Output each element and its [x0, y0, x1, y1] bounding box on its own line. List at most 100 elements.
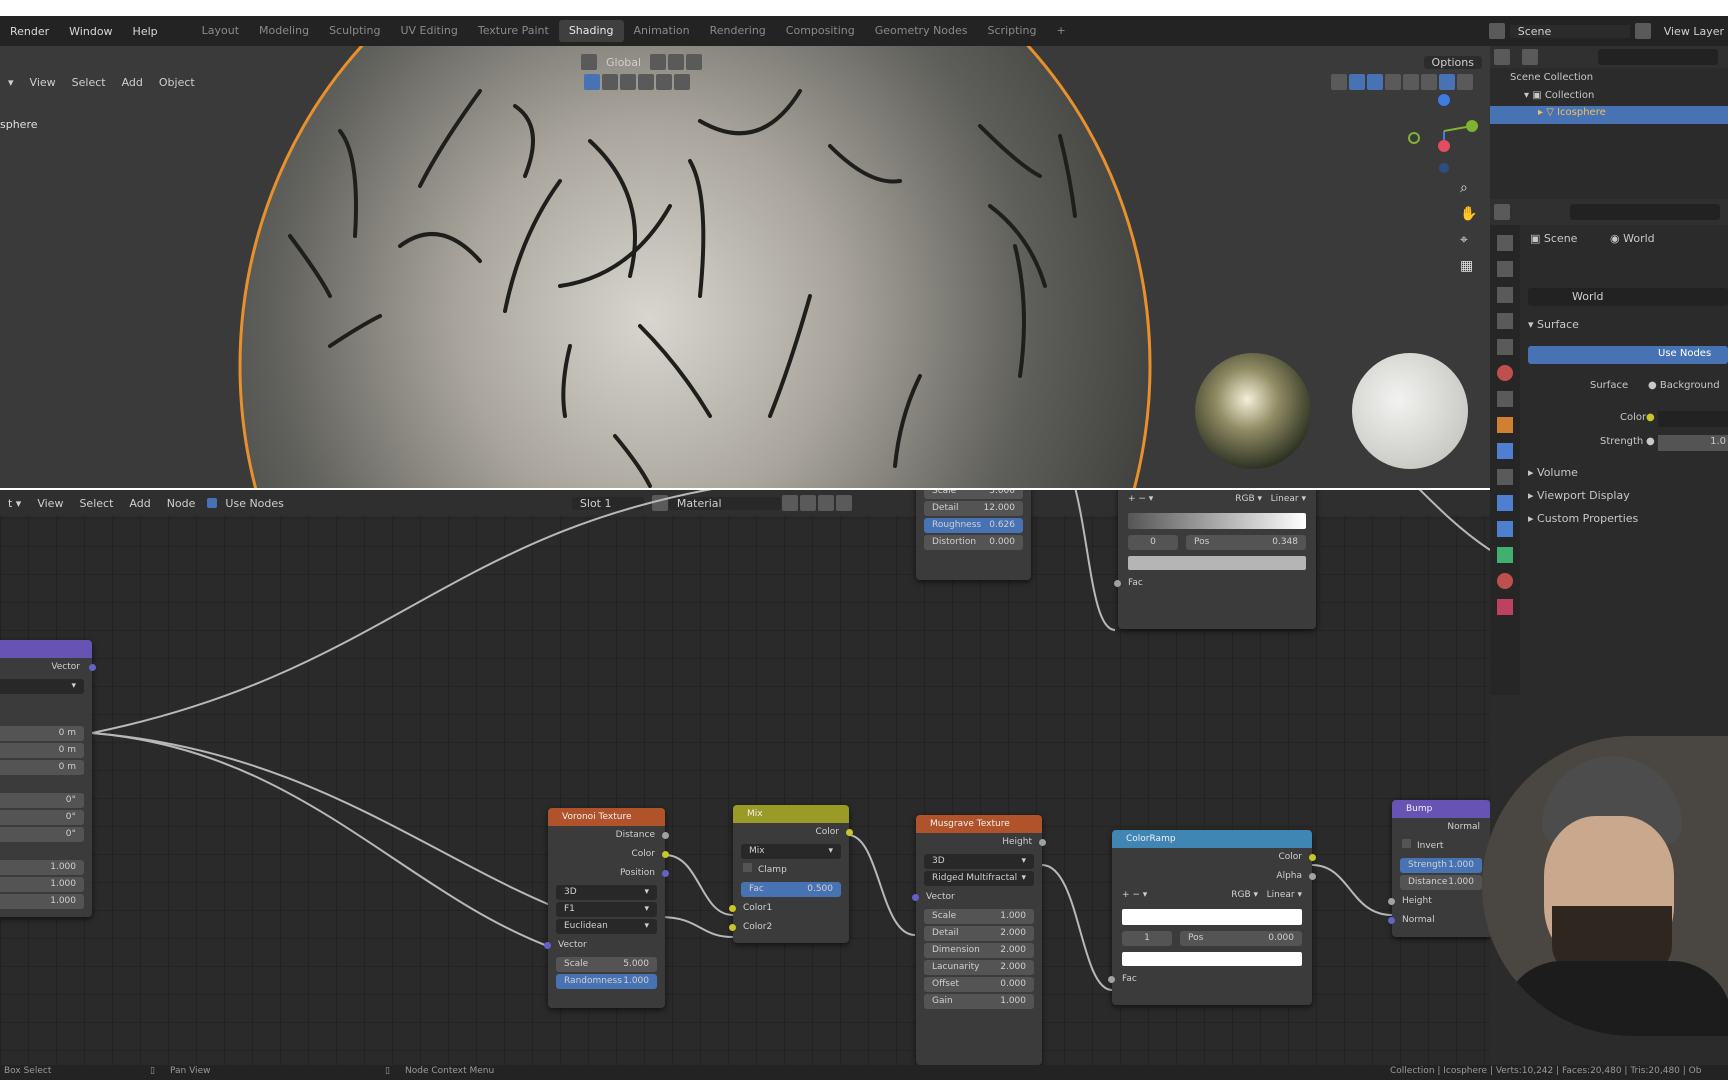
menu-render[interactable]: Render [0, 25, 59, 38]
select-extend-icon[interactable] [601, 74, 618, 90]
voronoi-randomness-field[interactable]: Randomness 1.000 [556, 974, 657, 989]
xray-toggle-icon[interactable] [1385, 74, 1401, 90]
texture-tab-icon[interactable] [1497, 599, 1513, 615]
mapping-rotation-z[interactable]: 0° [0, 827, 84, 842]
transform-orientation-dropdown[interactable]: Global [598, 56, 649, 69]
workspace-tab-modeling[interactable]: Modeling [249, 20, 319, 42]
custom-properties-section-header[interactable]: ▸ Custom Properties [1528, 512, 1638, 525]
colorramp-top-color-swatch[interactable] [1128, 556, 1306, 570]
viewport-menu-view[interactable]: View [22, 76, 64, 89]
gizmo-toggle-icon[interactable] [1349, 74, 1365, 90]
color-swatch[interactable] [1658, 411, 1728, 427]
workspace-tab-uv-editing[interactable]: UV Editing [390, 20, 467, 42]
mix-fac-field[interactable]: Fac 0.500 [741, 882, 841, 897]
colorramp-interp[interactable]: Linear [1267, 890, 1295, 900]
workspace-tab-rendering[interactable]: Rendering [700, 20, 776, 42]
colorramp-index[interactable]: 1 [1122, 931, 1172, 946]
viewport-menu-object[interactable]: Object [151, 76, 203, 89]
shader-node-editor[interactable]: t ▾ View Select Add Node Use Nodes Slot … [0, 490, 1490, 1065]
colorramp-top-interp[interactable]: Linear [1271, 494, 1299, 504]
noise-distortion-field[interactable]: Distortion 0.000 [924, 535, 1023, 550]
strength-socket-icon[interactable]: ● [1646, 436, 1655, 447]
viewport-menu-add[interactable]: Add [114, 76, 151, 89]
colorramp-color-swatch[interactable] [1122, 952, 1302, 966]
view-layer-icon[interactable] [1634, 23, 1651, 39]
workspace-tab-layout[interactable]: Layout [192, 20, 249, 42]
musgrave-type-dropdown[interactable]: Ridged Multifractal ▾ [924, 871, 1034, 886]
viewport-menu-select[interactable]: Select [64, 76, 114, 89]
colorramp-node-header[interactable]: ColorRamp [1112, 830, 1312, 848]
voronoi-node-header[interactable]: Voronoi Texture [548, 808, 665, 826]
musgrave-lacunarity-field[interactable]: Lacunarity 2.000 [924, 960, 1034, 975]
mapping-type-dropdown[interactable]: ▾ [0, 679, 84, 694]
properties-editor-type-icon[interactable] [1494, 204, 1510, 220]
musgrave-detail-field[interactable]: Detail 2.000 [924, 926, 1034, 941]
options-dropdown[interactable]: Options [1423, 55, 1482, 69]
mapping-scale-z[interactable]: 1.000 [0, 894, 84, 909]
scene-breadcrumb[interactable]: ▣ Scene [1530, 232, 1577, 245]
scene-collection-item[interactable]: Scene Collection [1510, 72, 1593, 83]
musgrave-node-header[interactable]: Musgrave Texture [916, 815, 1042, 833]
properties-search-input[interactable] [1570, 204, 1720, 220]
workspace-tab-sculpting[interactable]: Sculpting [319, 20, 390, 42]
mix-blend-dropdown[interactable]: Mix ▾ [741, 844, 841, 859]
search-icon[interactable] [673, 74, 690, 90]
overlay-toggle-icon[interactable] [1367, 74, 1383, 90]
mix-clamp-checkbox[interactable] [743, 863, 752, 872]
outliner-search-input[interactable] [1598, 49, 1718, 65]
musgrave-texture-node[interactable]: Musgrave Texture Height 3D ▾ Ridged Multi… [912, 815, 1046, 1065]
colorramp-add-stop-icon[interactable]: + − ▾ [1122, 886, 1147, 905]
mix-node-header[interactable]: Mix [733, 805, 849, 823]
select-box-icon[interactable] [583, 74, 600, 90]
proportional-edit-icon[interactable] [686, 54, 703, 70]
mapping-location-y[interactable]: 0 m [0, 743, 84, 758]
voronoi-dimension-dropdown[interactable]: 3D ▾ [556, 885, 657, 900]
colorramp-gradient[interactable] [1122, 909, 1302, 925]
workspace-tab-geometry-nodes[interactable]: Geometry Nodes [865, 20, 978, 42]
solid-shading-icon[interactable] [1421, 74, 1437, 90]
add-stop-icon[interactable]: + − ▾ [1128, 490, 1153, 509]
musgrave-offset-field[interactable]: Offset 0.000 [924, 977, 1034, 992]
icosphere-item[interactable]: ▸ ▽ Icosphere [1538, 107, 1606, 118]
bump-node[interactable]: Bump Normal Invert Strength 1.000 Distanc… [1388, 800, 1490, 937]
bump-node-header[interactable]: Bump [1392, 800, 1490, 818]
pan-hand-icon[interactable]: ✋ [1460, 206, 1477, 222]
voronoi-feature-dropdown[interactable]: F1 ▾ [556, 902, 657, 917]
workspace-tab-scripting[interactable]: Scripting [978, 20, 1047, 42]
outliner-editor-type-icon[interactable] [1494, 49, 1510, 65]
voronoi-scale-field[interactable]: Scale 5.000 [556, 957, 657, 972]
particles-tab-icon[interactable] [1497, 469, 1513, 485]
mapping-location-z[interactable]: 0 m [0, 760, 84, 775]
color-socket-icon[interactable]: ● [1646, 412, 1655, 423]
noise-detail-field[interactable]: Detail 12.000 [924, 501, 1023, 516]
world-selector[interactable]: World [1528, 288, 1728, 306]
mapping-node[interactable]: Vector ▾ 0 m 0 m 0 m 0° 0° 0° 1.000 1.00… [0, 640, 96, 917]
musgrave-dimension-dropdown[interactable]: 3D ▾ [924, 854, 1034, 869]
render-tab-icon[interactable] [1497, 261, 1513, 277]
data-tab-icon[interactable] [1497, 547, 1513, 563]
transform-orientation-icon[interactable] [581, 54, 597, 70]
world-tab-icon[interactable] [1497, 365, 1513, 381]
world-breadcrumb[interactable]: ◉ World [1610, 232, 1655, 245]
view-layer-selector[interactable]: View Layer [1664, 25, 1724, 38]
volume-section-header[interactable]: ▸ Volume [1528, 466, 1578, 479]
physics-tab-icon[interactable] [1497, 495, 1513, 511]
noise-roughness-field[interactable]: Roughness 0.626 [924, 518, 1023, 533]
snap-icon[interactable] [668, 54, 685, 70]
bump-invert-row[interactable]: Invert [1392, 837, 1490, 856]
view-layer-tab-icon[interactable] [1497, 313, 1513, 329]
add-workspace-icon[interactable]: + [1046, 20, 1075, 42]
mode-dropdown[interactable]: ▾ [0, 76, 22, 89]
scene-selector[interactable]: Scene [1509, 24, 1630, 38]
material-preview-shading-icon[interactable] [1439, 74, 1455, 90]
mapping-node-header[interactable] [0, 640, 92, 658]
perspective-toggle-icon[interactable]: ▦ [1460, 258, 1477, 274]
collection-tab-icon[interactable] [1497, 391, 1513, 407]
strength-field[interactable]: 1.0 [1658, 435, 1728, 451]
mapping-rotation-x[interactable]: 0° [0, 793, 84, 808]
outliner-display-mode-icon[interactable] [1521, 49, 1538, 65]
menu-help[interactable]: Help [123, 25, 168, 38]
colorramp-top-pos-field[interactable]: Pos 0.348 [1186, 535, 1306, 550]
surface-value[interactable]: ● Background [1648, 380, 1720, 391]
tool-tab-icon[interactable] [1497, 235, 1513, 251]
